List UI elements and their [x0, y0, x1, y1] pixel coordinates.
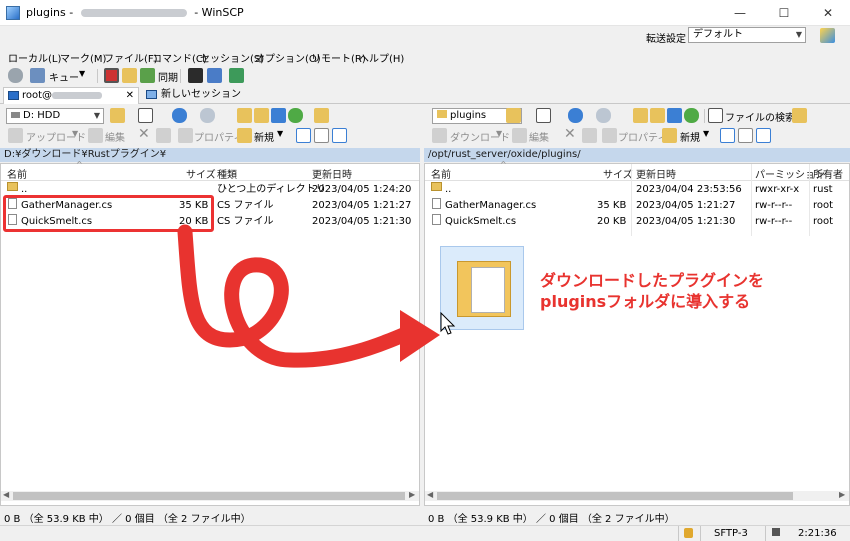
status-divider: [765, 526, 766, 541]
lock-icon: [684, 528, 693, 538]
session-time: 2:21:36: [798, 528, 837, 539]
connection-icon: [772, 528, 780, 536]
status-divider: [700, 526, 701, 541]
local-status-text: 0 B （全 53.9 KB 中） ／ 0 個目 （全 2 ファイル中）: [4, 514, 251, 525]
annotation-text: ダウンロードしたプラグインを pluginsフォルダに導入する: [540, 270, 764, 312]
annotation-line-2: pluginsフォルダに導入する: [540, 292, 751, 311]
protocol-label: SFTP-3: [714, 528, 748, 539]
status-bar: 0 B （全 53.9 KB 中） ／ 0 個目 （全 2 ファイル中） 0 B…: [0, 507, 850, 525]
status-divider: [678, 526, 679, 541]
remote-status-text: 0 B （全 53.9 KB 中） ／ 0 個目 （全 2 ファイル中）: [428, 514, 675, 525]
annotation-line-1: ダウンロードしたプラグインを: [540, 271, 765, 290]
bottom-bar: SFTP-3 2:21:36: [0, 525, 850, 541]
